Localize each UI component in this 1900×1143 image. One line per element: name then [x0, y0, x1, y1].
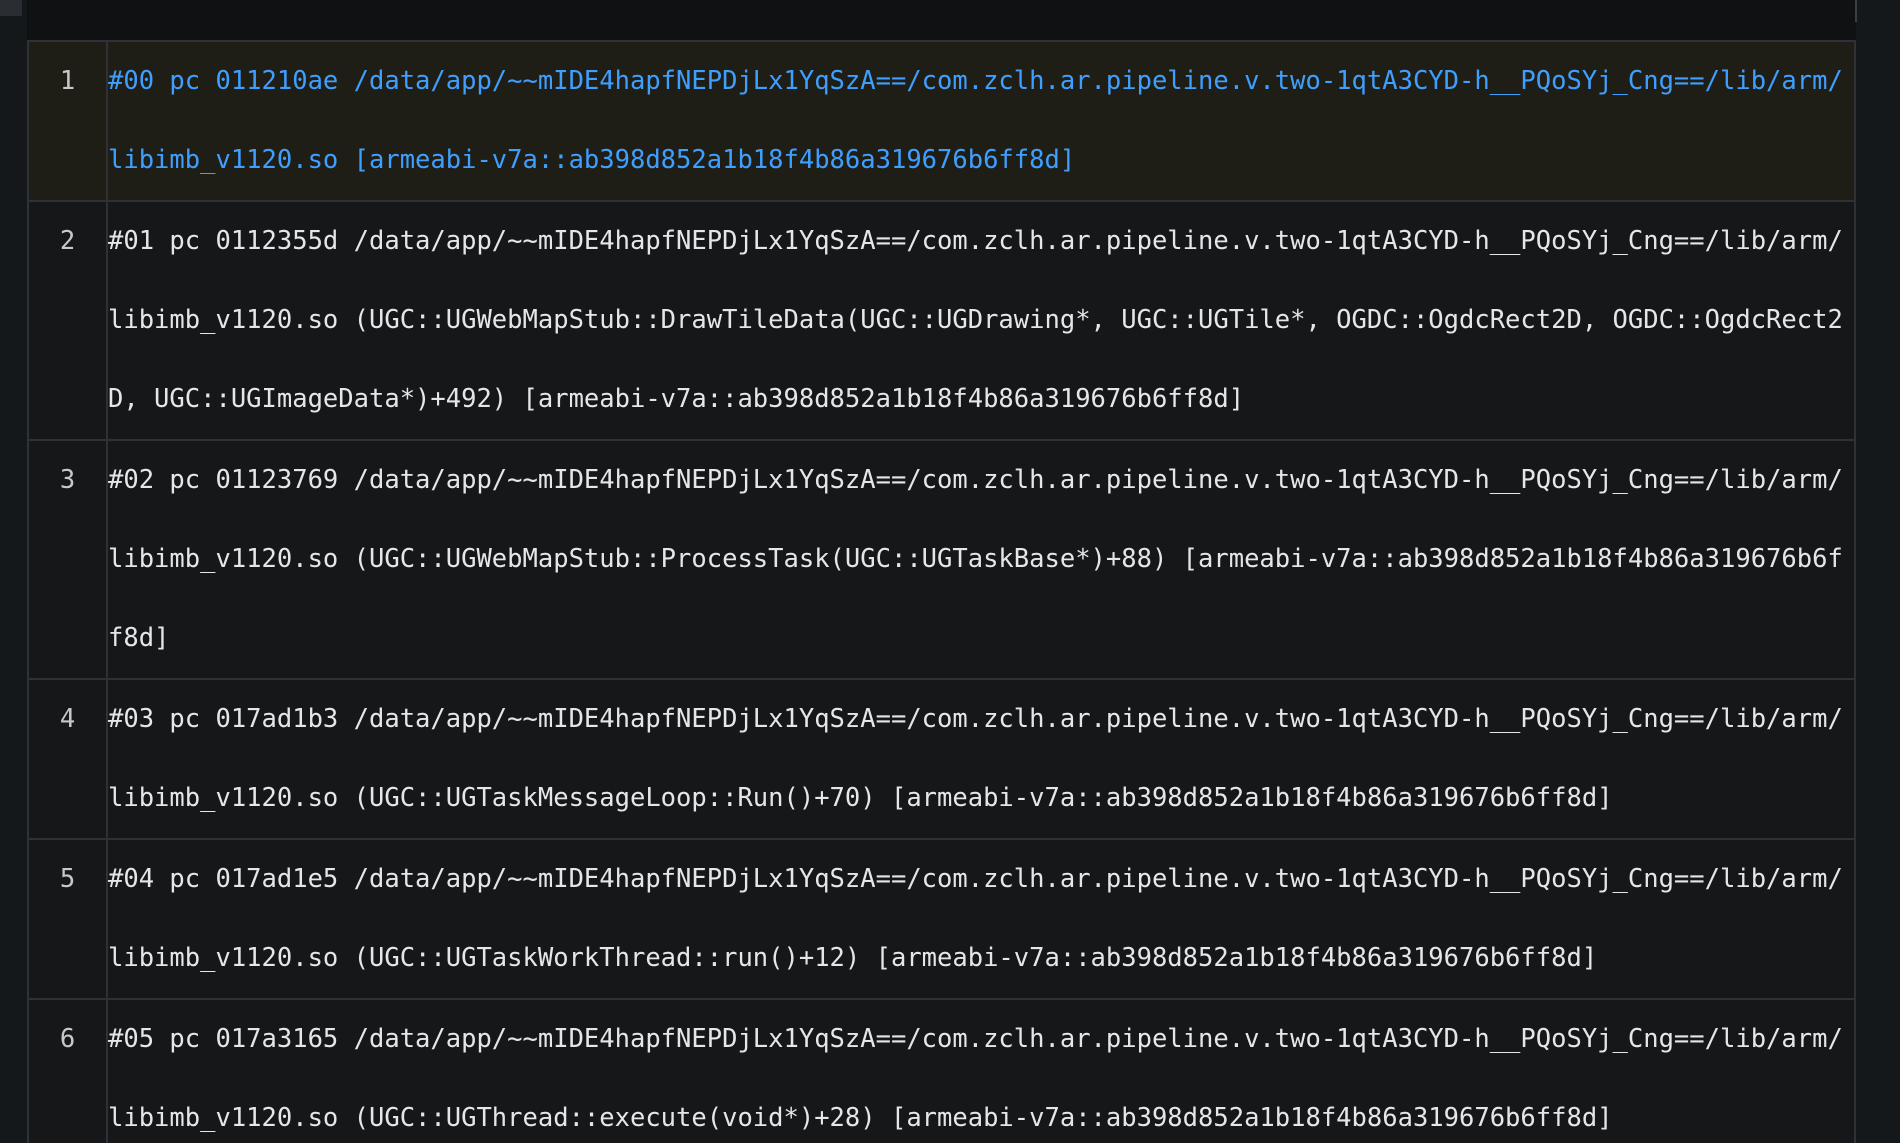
line-number: 5	[27, 838, 108, 1000]
left-gutter	[0, 0, 27, 1143]
stack-frame-text[interactable]: #04 pc 017ad1e5 /data/app/~~mIDE4hapfNEP…	[106, 838, 1856, 1000]
top-bar	[0, 0, 1900, 40]
stack-frame-text[interactable]: #05 pc 017a3165 /data/app/~~mIDE4hapfNEP…	[106, 998, 1856, 1143]
right-gutter	[1856, 0, 1900, 1143]
table-row[interactable]: 1 #00 pc 011210ae /data/app/~~mIDE4hapfN…	[27, 40, 1856, 202]
stack-frame-text[interactable]: #02 pc 01123769 /data/app/~~mIDE4hapfNEP…	[106, 439, 1856, 680]
table-row[interactable]: 6 #05 pc 017a3165 /data/app/~~mIDE4hapfN…	[27, 998, 1856, 1143]
line-number: 1	[27, 40, 108, 202]
stack-trace-viewer: 1 #00 pc 011210ae /data/app/~~mIDE4hapfN…	[0, 0, 1900, 1143]
line-number: 2	[27, 200, 108, 441]
stack-frame-text[interactable]: #00 pc 011210ae /data/app/~~mIDE4hapfNEP…	[106, 40, 1856, 202]
stack-frame-text[interactable]: #03 pc 017ad1b3 /data/app/~~mIDE4hapfNEP…	[106, 678, 1856, 840]
panel-edge	[1855, 0, 1857, 22]
stack-trace-table: 1 #00 pc 011210ae /data/app/~~mIDE4hapfN…	[27, 40, 1856, 1143]
line-number: 4	[27, 678, 108, 840]
table-row[interactable]: 2 #01 pc 0112355d /data/app/~~mIDE4hapfN…	[27, 200, 1856, 441]
stack-frame-text[interactable]: #01 pc 0112355d /data/app/~~mIDE4hapfNEP…	[106, 200, 1856, 441]
table-row[interactable]: 4 #03 pc 017ad1b3 /data/app/~~mIDE4hapfN…	[27, 678, 1856, 840]
line-number: 3	[27, 439, 108, 680]
table-row[interactable]: 3 #02 pc 01123769 /data/app/~~mIDE4hapfN…	[27, 439, 1856, 680]
table-row[interactable]: 5 #04 pc 017ad1e5 /data/app/~~mIDE4hapfN…	[27, 838, 1856, 1000]
line-number: 6	[27, 998, 108, 1143]
corner-tab	[0, 0, 22, 16]
